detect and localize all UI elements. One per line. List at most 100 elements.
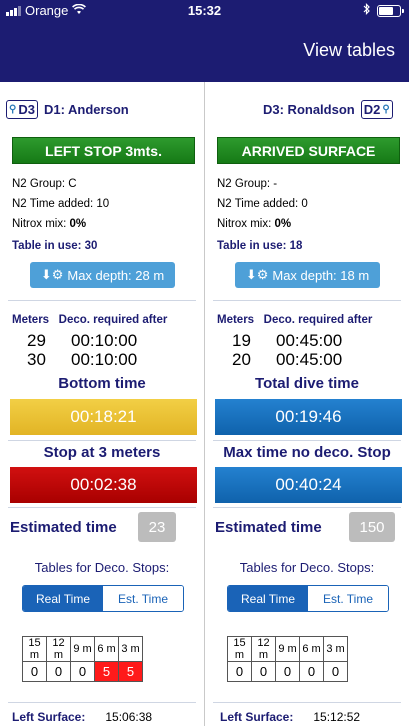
- table-row: 0 0 0 0 0: [227, 661, 348, 682]
- max-depth-label: Max depth: 18 m: [272, 267, 370, 283]
- meters-header: Meters: [217, 314, 255, 326]
- deco-meters: 19: [232, 331, 251, 350]
- table-header-row: 15 m 12 m 9 m 6 m 3 m: [227, 636, 348, 662]
- tables-title: Tables for Deco. Stops:: [239, 560, 375, 575]
- table-header: 3 m: [118, 636, 143, 662]
- app-header: Orange 15:32 View tables: [0, 0, 409, 82]
- table-cell: 0: [70, 661, 95, 682]
- nitrox-label: Nitrox mix:: [12, 218, 70, 230]
- time-mode-toggle: Real Time Est. Time: [22, 585, 184, 612]
- deco-row: 29 00:10:00: [27, 331, 197, 351]
- separator: [213, 440, 401, 441]
- deco-meters: 20: [232, 350, 251, 369]
- dive-code-label: D2: [363, 101, 381, 117]
- max-depth-label: Max depth: 28 m: [67, 267, 165, 283]
- status-right: [363, 3, 404, 18]
- est-time-tab[interactable]: Est. Time: [103, 586, 183, 611]
- separator: [213, 507, 401, 508]
- separator: [8, 702, 196, 703]
- diver-name: D1: Anderson: [43, 101, 129, 117]
- deco-stops-table: 15 m 12 m 9 m 6 m 3 m 0 0 0 5 5: [22, 636, 143, 682]
- estimated-time-label: Estimated time: [215, 519, 322, 536]
- separator: [213, 300, 401, 301]
- deco-time: 00:45:00: [276, 331, 343, 350]
- diver-name: D3: Ronaldson: [263, 101, 355, 117]
- table-header: 12 m: [251, 636, 276, 662]
- n2-group: N2 Group: -: [217, 178, 278, 190]
- est-time-tab[interactable]: Est. Time: [308, 586, 388, 611]
- deco-header: Meters Deco. required after: [217, 314, 372, 326]
- deco-row: 30 00:10:00: [27, 350, 197, 370]
- table-cell: 0: [323, 661, 348, 682]
- dive-code-button[interactable]: D2 ⚲: [360, 99, 393, 119]
- estimated-time-value[interactable]: 150: [349, 512, 395, 542]
- table-header-row: 15 m 12 m 9 m 6 m 3 m: [22, 636, 143, 662]
- table-header: 15 m: [22, 636, 47, 662]
- table-header: 9 m: [275, 636, 300, 662]
- table-header: 15 m: [227, 636, 252, 662]
- total-dive-time-value: 00:19:46: [215, 399, 402, 435]
- diver-icon: ⚲: [9, 103, 17, 115]
- table-cell: 0: [299, 661, 324, 682]
- max-no-deco-title: Max time no deco. Stop: [223, 444, 391, 461]
- view-tables-button[interactable]: View tables: [303, 40, 395, 61]
- table-header: 6 m: [94, 636, 119, 662]
- deco-required-header: Deco. required after: [58, 314, 168, 326]
- estimated-time-label: Estimated time: [10, 519, 117, 536]
- separator: [8, 300, 196, 301]
- deco-time: 00:45:00: [276, 350, 343, 369]
- table-in-use: Table in use: 30: [12, 240, 98, 252]
- table-cell: 0: [46, 661, 71, 682]
- stop-time-title: Stop at 3 meters: [43, 444, 161, 461]
- real-time-tab[interactable]: Real Time: [23, 586, 103, 611]
- nitrox-mix: Nitrox mix: 0%: [217, 218, 291, 230]
- n2-time-added: N2 Time added: 10: [12, 198, 110, 210]
- left-surface-time: 15:06:38: [105, 710, 153, 724]
- gear-icon: ⬇⚙: [245, 267, 269, 282]
- table-cell: 0: [227, 661, 252, 682]
- deco-time: 00:10:00: [71, 331, 138, 350]
- nitrox-value: 0%: [69, 218, 87, 230]
- diver-panel-right: D3: Ronaldson D2 ⚲ ARRIVED SURFACE N2 Gr…: [205, 82, 409, 726]
- max-depth-button[interactable]: ⬇⚙ Max depth: 28 m: [30, 262, 175, 288]
- nitrox-label: Nitrox mix:: [217, 218, 275, 230]
- deco-row: 19 00:45:00: [232, 331, 402, 351]
- table-header: 3 m: [323, 636, 348, 662]
- status-time: 15:32: [187, 3, 222, 18]
- nitrox-mix: Nitrox mix: 0%: [12, 218, 86, 230]
- table-cell: 0: [251, 661, 276, 682]
- deco-stops-table: 15 m 12 m 9 m 6 m 3 m 0 0 0 0 0: [227, 636, 348, 682]
- max-depth-button[interactable]: ⬇⚙ Max depth: 18 m: [235, 262, 380, 288]
- table-row: 0 0 0 5 5: [22, 661, 143, 682]
- estimated-time-value[interactable]: 23: [138, 512, 176, 542]
- deco-row: 20 00:45:00: [232, 350, 402, 370]
- deco-required-header: Deco. required after: [263, 314, 373, 326]
- time-mode-toggle: Real Time Est. Time: [227, 585, 389, 612]
- n2-group: N2 Group: C: [12, 178, 77, 190]
- right-surface-row: Left Surface: 15:12:52: [220, 710, 360, 724]
- battery-icon: [377, 4, 404, 17]
- tables-title: Tables for Deco. Stops:: [34, 560, 170, 575]
- dive-code-button[interactable]: ⚲ D3: [6, 99, 38, 119]
- bluetooth-icon: [363, 3, 371, 18]
- table-cell: 0: [275, 661, 300, 682]
- gear-icon: ⬇⚙: [40, 267, 64, 282]
- total-dive-time-title: Total dive time: [255, 375, 359, 392]
- real-time-tab[interactable]: Real Time: [228, 586, 308, 611]
- stop-time-value: 00:02:38: [10, 467, 197, 503]
- dive-status-button[interactable]: LEFT STOP 3mts.: [12, 137, 195, 164]
- separator: [8, 507, 196, 508]
- n2-time-added: N2 Time added: 0: [217, 198, 308, 210]
- separator: [8, 440, 196, 441]
- table-cell-alert: 5: [94, 661, 119, 682]
- diver-panel-left: ⚲ D3 D1: Anderson LEFT STOP 3mts. N2 Gro…: [0, 82, 204, 726]
- dive-status-button[interactable]: ARRIVED SURFACE: [217, 137, 400, 164]
- diver-row: D3: Ronaldson D2 ⚲: [263, 98, 393, 120]
- status-bar: Orange 15:32: [0, 0, 409, 22]
- left-surface-label: Left Surface:: [12, 710, 86, 724]
- deco-time: 00:10:00: [71, 350, 138, 369]
- deco-meters: 29: [27, 331, 46, 350]
- diver-icon: ⚲: [382, 103, 390, 115]
- bottom-time-title: Bottom time: [58, 375, 146, 392]
- table-cell: 0: [22, 661, 47, 682]
